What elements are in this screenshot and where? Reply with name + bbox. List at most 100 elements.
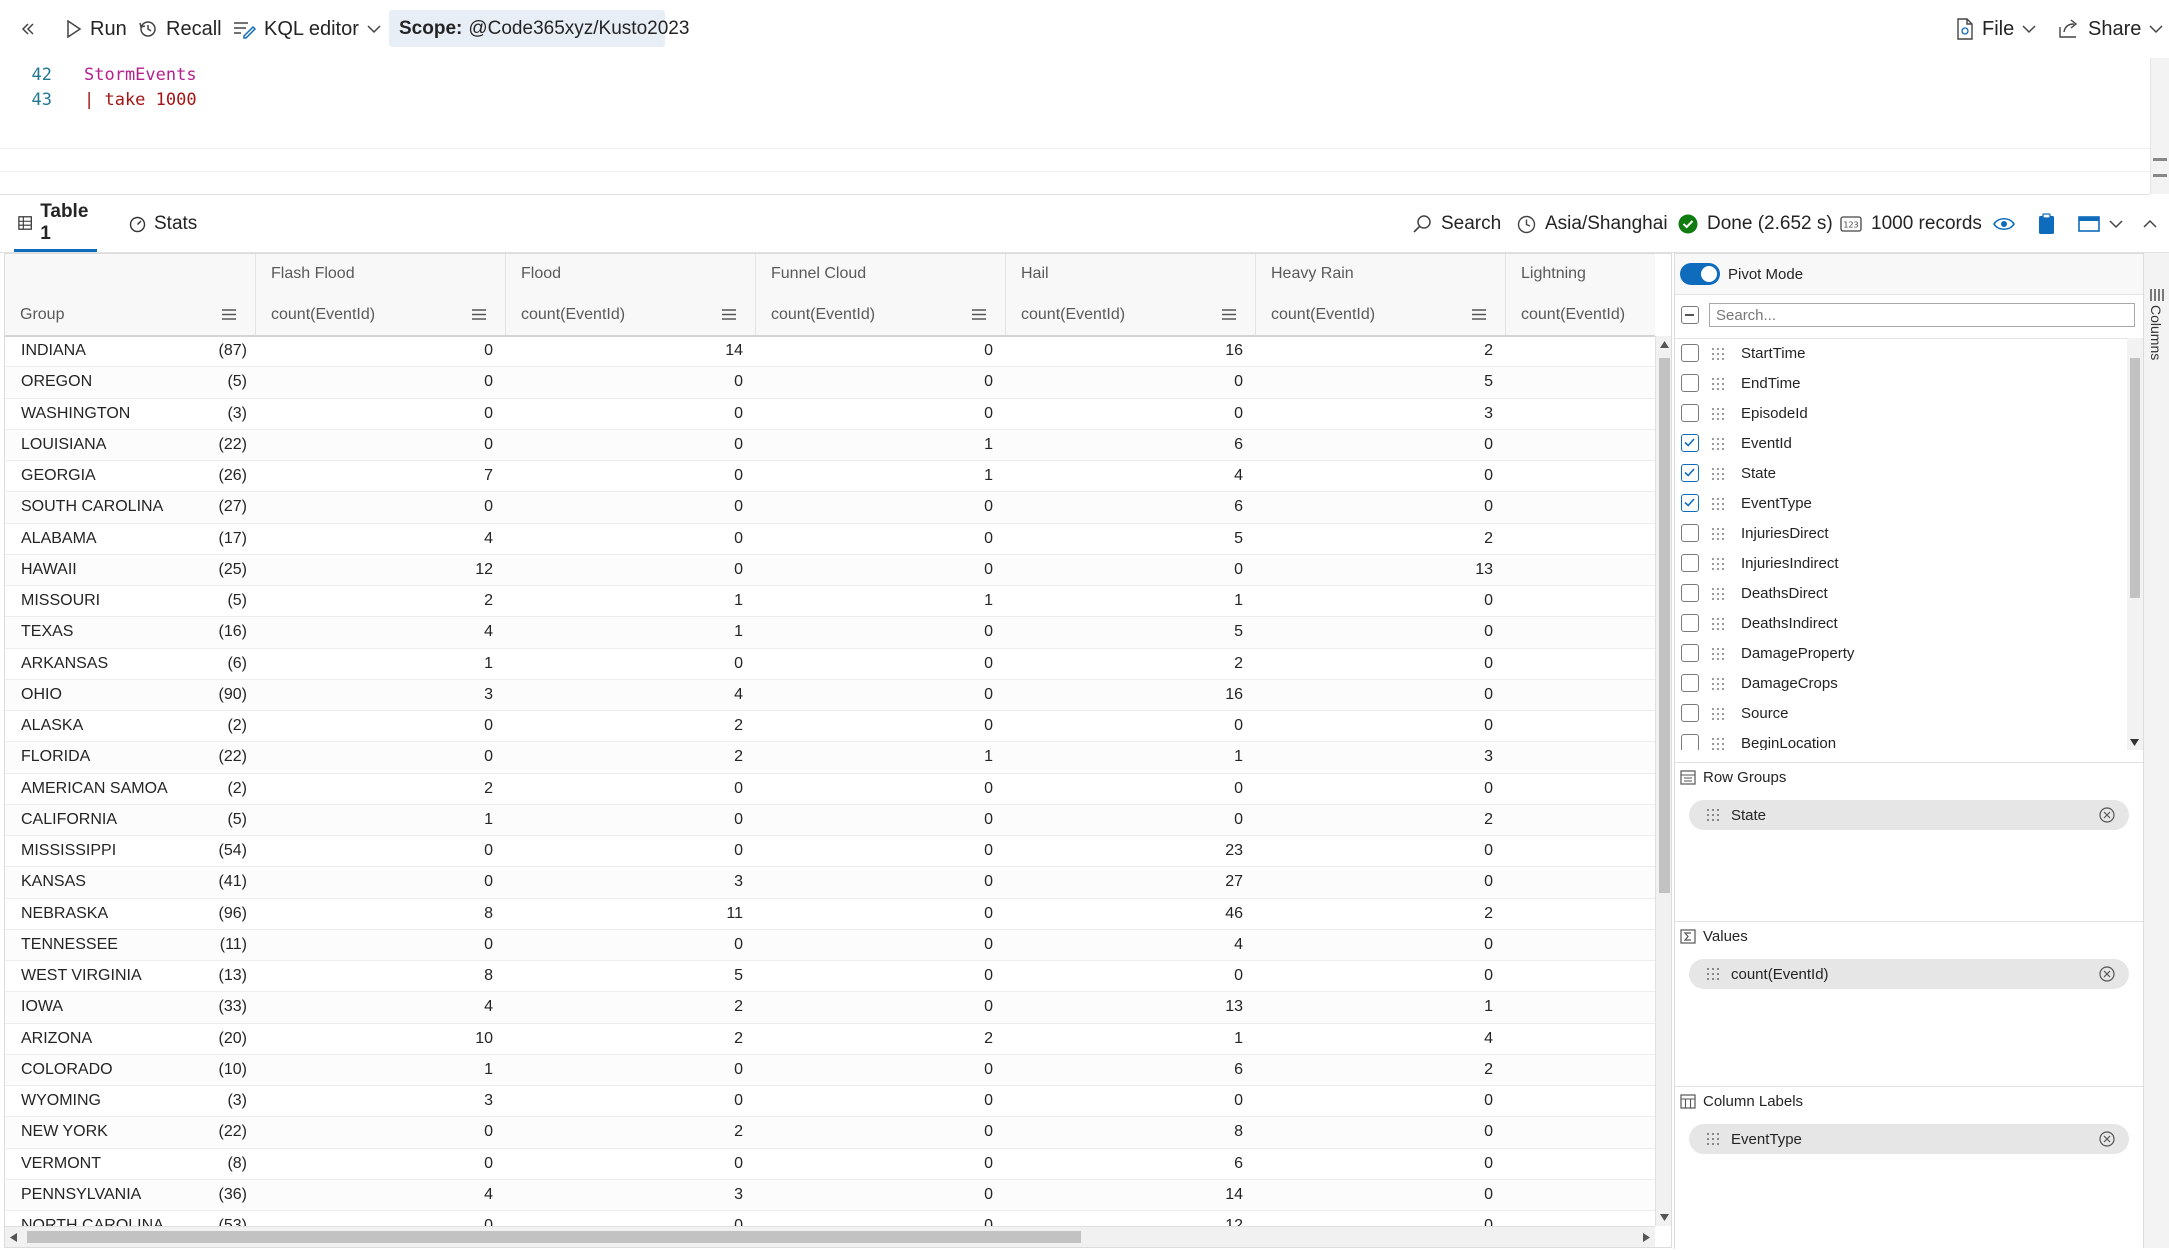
drag-handle-icon[interactable] <box>1712 528 1724 540</box>
column-list-item[interactable]: EventType <box>1675 488 2127 518</box>
table-row[interactable]: CALIFORNIA (5) 1 0 0 0 2 <box>5 804 1655 836</box>
column-list-item[interactable]: EventId <box>1675 428 2127 458</box>
drag-handle-icon[interactable] <box>1712 498 1724 510</box>
table-row[interactable]: VERMONT (8) 0 0 0 6 0 <box>5 1149 1655 1180</box>
table-row[interactable]: SOUTH CAROLINA (27) 0 0 0 6 0 <box>5 492 1655 524</box>
table-row[interactable]: PENNSYLVANIA (36) 4 3 0 14 0 <box>5 1179 1655 1211</box>
column-list-scrollbar[interactable] <box>2127 338 2143 750</box>
file-menu-button[interactable]: File <box>1956 0 2036 58</box>
column-checkbox[interactable] <box>1681 584 1699 602</box>
collapse-results-button[interactable] <box>2143 196 2157 252</box>
column-list-item[interactable]: DeathsIndirect <box>1675 608 2127 638</box>
pivot-column-header[interactable]: Funnel Cloud <box>755 254 1005 294</box>
column-list-scroll-thumb[interactable] <box>2130 358 2140 598</box>
column-list-item[interactable]: DamageCrops <box>1675 668 2127 698</box>
drag-handle-icon[interactable] <box>1712 588 1724 600</box>
table-row[interactable]: AMERICAN SAMOA (2) 2 0 0 0 0 <box>5 774 1655 805</box>
pivot-column-header[interactable]: Flash Flood <box>255 254 505 294</box>
grid-horizontal-scrollbar[interactable] <box>5 1226 1655 1247</box>
pivot-column-header[interactable]: Heavy Rain <box>1255 254 1505 294</box>
column-menu-icon[interactable] <box>721 308 737 321</box>
column-menu-icon[interactable] <box>471 308 487 321</box>
layout-dropdown-button[interactable] <box>2078 196 2123 252</box>
table-row[interactable]: NEBRASKA (96) 8 11 0 46 2 <box>5 899 1655 930</box>
column-label-chip-eventtype[interactable]: EventType <box>1689 1124 2129 1154</box>
drag-handle-icon[interactable] <box>1712 408 1724 420</box>
table-row[interactable]: ALASKA (2) 0 2 0 0 0 <box>5 711 1655 743</box>
column-search-input[interactable]: Search... <box>1709 303 2135 327</box>
horizontal-scroll-thumb[interactable] <box>27 1231 1081 1243</box>
column-checkbox[interactable] <box>1681 614 1699 632</box>
column-checkbox[interactable] <box>1681 644 1699 662</box>
select-all-checkbox[interactable] <box>1681 306 1699 324</box>
query-editor[interactable]: 42 StormEvents 43 | take 1000 <box>0 58 2150 195</box>
scope-selector[interactable]: Scope: @Code365xyz/Kusto2023 <box>389 10 689 47</box>
drag-handle-icon[interactable] <box>1712 618 1724 630</box>
table-row[interactable]: MISSISSIPPI (54) 0 0 0 23 0 <box>5 836 1655 868</box>
table-row[interactable]: OHIO (90) 3 4 0 16 0 <box>5 679 1655 711</box>
drag-handle-icon[interactable] <box>1712 558 1724 570</box>
value-column-header[interactable]: count(EventId) <box>1255 294 1505 335</box>
column-checkbox[interactable] <box>1681 434 1699 452</box>
pivot-mode-toggle[interactable] <box>1680 263 1720 285</box>
column-menu-icon[interactable] <box>971 308 987 321</box>
values-chip-count-eventid[interactable]: count(EventId) <box>1689 959 2129 989</box>
column-list-item[interactable]: Source <box>1675 698 2127 728</box>
column-checkbox[interactable] <box>1681 554 1699 572</box>
value-column-header[interactable]: count(EventId) <box>255 294 505 335</box>
drag-handle-icon[interactable] <box>1712 738 1724 750</box>
column-menu-icon[interactable] <box>221 308 237 321</box>
remove-circle-icon[interactable] <box>2099 966 2115 982</box>
kql-editor-dropdown[interactable]: KQL editor <box>232 0 381 58</box>
column-list-item[interactable]: DeathsDirect <box>1675 578 2127 608</box>
drag-handle-icon[interactable] <box>1707 968 1719 980</box>
column-checkbox[interactable] <box>1681 374 1699 392</box>
table-row[interactable]: WASHINGTON (3) 0 0 0 0 3 <box>5 399 1655 430</box>
drag-handle-icon[interactable] <box>1712 468 1724 480</box>
column-checkbox[interactable] <box>1681 674 1699 692</box>
table-row[interactable]: FLORIDA (22) 0 2 1 1 3 <box>5 742 1655 774</box>
value-column-header[interactable]: count(EventId) <box>1505 294 1655 335</box>
table-row[interactable]: TENNESSEE (11) 0 0 0 4 0 <box>5 929 1655 961</box>
column-list-item[interactable]: InjuriesIndirect <box>1675 548 2127 578</box>
table-row[interactable]: HAWAII (25) 12 0 0 0 13 <box>5 554 1655 586</box>
column-checkbox[interactable] <box>1681 704 1699 722</box>
table-row[interactable]: TEXAS (16) 4 1 0 5 0 <box>5 617 1655 649</box>
drag-handle-icon[interactable] <box>1712 708 1724 720</box>
column-list-item[interactable]: EndTime <box>1675 368 2127 398</box>
column-menu-icon[interactable] <box>1471 308 1487 321</box>
share-menu-button[interactable]: Share <box>2058 0 2163 58</box>
table-row[interactable]: ARKANSAS (6) 1 0 0 2 0 <box>5 649 1655 680</box>
row-group-chip-state[interactable]: State <box>1689 800 2129 830</box>
table-row[interactable]: WEST VIRGINIA (13) 8 5 0 0 0 <box>5 961 1655 993</box>
column-list-item[interactable]: BeginLocation <box>1675 728 2127 750</box>
recall-button[interactable]: Recall <box>138 0 222 58</box>
column-list-item[interactable]: DamageProperty <box>1675 638 2127 668</box>
column-checkbox[interactable] <box>1681 344 1699 362</box>
column-checkbox[interactable] <box>1681 464 1699 482</box>
table-row[interactable]: GEORGIA (26) 7 0 1 4 0 <box>5 461 1655 493</box>
results-search-button[interactable]: Search <box>1412 196 1501 252</box>
drag-handle-icon[interactable] <box>1712 348 1724 360</box>
drag-handle-icon[interactable] <box>1712 378 1724 390</box>
table-row[interactable]: WYOMING (3) 3 0 0 0 0 <box>5 1086 1655 1118</box>
table-row[interactable]: MISSOURI (5) 2 1 1 1 0 <box>5 586 1655 618</box>
code-line[interactable]: StormEvents <box>84 65 197 85</box>
tab-stats[interactable]: Stats <box>129 196 197 252</box>
column-list-item[interactable]: InjuriesDirect <box>1675 518 2127 548</box>
table-row[interactable]: LOUISIANA (22) 0 0 1 6 0 <box>5 429 1655 461</box>
drag-handle-icon[interactable] <box>1712 648 1724 660</box>
group-column-header[interactable]: Group <box>5 294 255 335</box>
run-button[interactable]: Run <box>66 0 127 58</box>
table-row[interactable]: IOWA (33) 4 2 0 13 1 <box>5 992 1655 1024</box>
columns-side-tab[interactable]: Columns <box>2143 253 2169 1248</box>
column-menu-icon[interactable] <box>1221 308 1237 321</box>
remove-circle-icon[interactable] <box>2099 1131 2115 1147</box>
editor-scrollbar[interactable] <box>2150 58 2169 194</box>
value-column-header[interactable]: count(EventId) <box>505 294 755 335</box>
table-row[interactable]: KANSAS (41) 0 3 0 27 0 <box>5 867 1655 899</box>
pivot-column-header[interactable]: Hail <box>1005 254 1255 294</box>
pivot-column-header[interactable]: Flood <box>505 254 755 294</box>
grid-vertical-scrollbar[interactable] <box>1655 336 1671 1226</box>
column-checkbox[interactable] <box>1681 734 1699 750</box>
